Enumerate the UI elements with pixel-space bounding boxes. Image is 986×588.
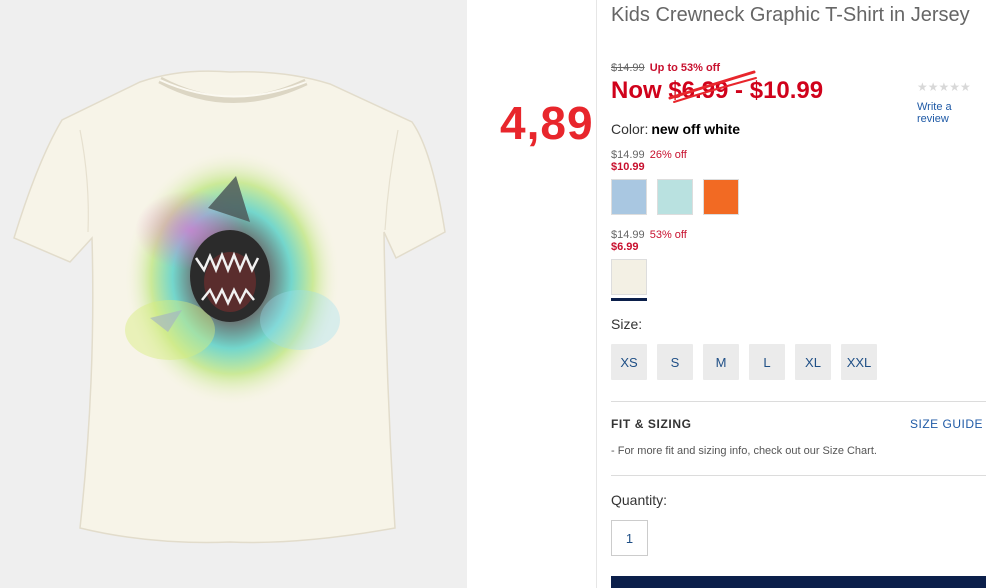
panel-divider [596,0,597,588]
size-l-button[interactable]: L [749,344,785,380]
size-s-button[interactable]: S [657,344,693,380]
price-group-was: $14.99 [611,149,645,161]
price-group-pct: 26% off [649,149,687,161]
fit-sizing-title: FIT & SIZING [611,417,692,431]
size-xs-button[interactable]: XS [611,344,647,380]
color-label-text: Color: [611,121,649,137]
color-selected-value: new off white [651,121,741,137]
price-group-sale: $6.99 [611,241,639,253]
add-to-bag-button[interactable] [611,576,986,588]
annotation-price: 4,89 [500,97,594,149]
quantity-label: Quantity: [611,492,668,508]
fit-note: - For more fit and sizing info, check ou… [611,445,877,457]
size-m-button[interactable]: M [703,344,739,380]
tshirt-graphic [13,70,446,544]
product-image [0,0,467,588]
price-group-1: $14.99 26% off $10.99 [611,149,687,173]
price-group-sale: $10.99 [611,161,645,173]
color-label: Color: new off white [611,120,740,138]
size-guide-link[interactable]: SIZE GUIDE [910,417,983,431]
section-divider [611,401,986,402]
swatch-orange[interactable] [703,179,739,215]
rating-stars: ★★★★★ [917,80,971,94]
original-price: $14.99 [611,62,645,74]
swatch-light-blue[interactable] [611,179,647,215]
swatch-light-aqua[interactable] [657,179,693,215]
strike-mark [668,70,757,103]
product-title: Kids Crewneck Graphic T-Shirt in Jersey [611,4,970,26]
section-divider [611,475,986,476]
price-group-was: $14.99 [611,229,645,241]
quantity-input[interactable]: 1 [611,520,648,556]
price-group-2: $14.99 53% off $6.99 [611,229,687,253]
size-xl-button[interactable]: XL [795,344,831,380]
swatch-new-off-white[interactable] [611,259,647,295]
size-xxl-button[interactable]: XXL [841,344,877,380]
selected-swatch-indicator [611,298,647,301]
price-group-pct: 53% off [649,229,687,241]
write-review-link[interactable]: Write a review [917,101,986,125]
size-label: Size: [611,316,643,332]
